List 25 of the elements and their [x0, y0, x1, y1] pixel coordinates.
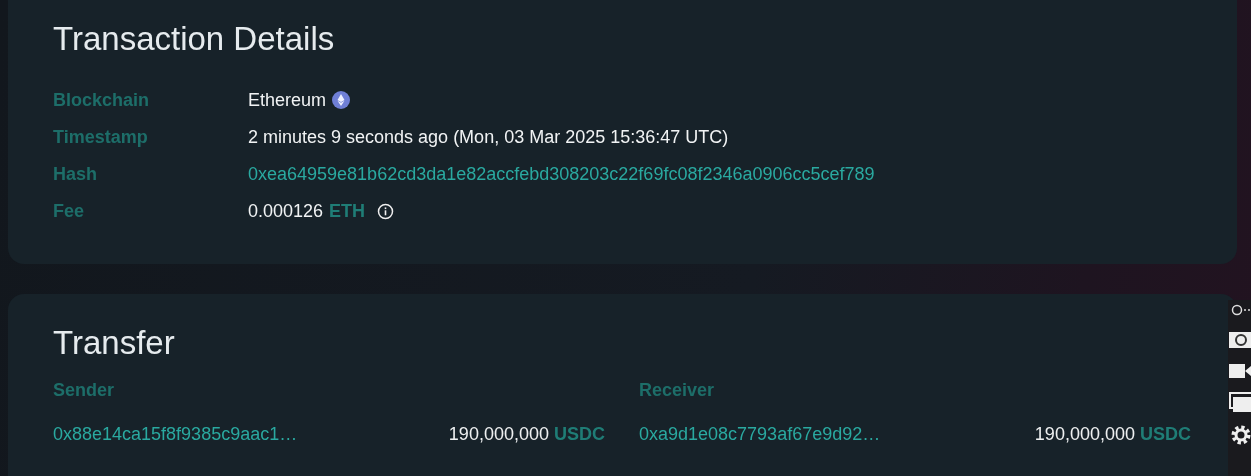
token-symbol: USDC	[554, 424, 605, 444]
fee-amount: 0.000126	[248, 200, 324, 222]
column-heading: Sender	[53, 379, 116, 401]
receiver-address-link[interactable]: 0xa9d1e08c7793af67e9d92…	[639, 423, 881, 445]
ethereum-icon	[332, 91, 351, 109]
field-label: Blockchain	[53, 89, 151, 111]
field-label: Timestamp	[53, 126, 149, 148]
window-icon[interactable]	[1229, 392, 1251, 412]
video-icon[interactable]	[1229, 362, 1251, 380]
field-label: Fee	[53, 200, 86, 222]
token-amount: 190,000,000	[448, 424, 549, 444]
sender-address-link[interactable]: 0x88e14ca15f8f9385c9aac1…	[53, 423, 298, 445]
currency-unit: ETH	[329, 200, 366, 222]
token-symbol: USDC	[1140, 424, 1191, 444]
column-heading: Receiver	[639, 379, 716, 401]
settings-icon[interactable]	[1229, 424, 1251, 446]
section-title: Transfer	[53, 326, 176, 359]
info-icon[interactable]	[377, 202, 395, 220]
chain-name: Ethereum	[248, 89, 327, 111]
link-icon[interactable]	[1231, 304, 1251, 316]
section-title: Transaction Details	[53, 22, 336, 55]
hash-link[interactable]: 0xea64959e81b62cd3da1e82accfebd308203c22f69fc08f2346a0906cc5cef789	[248, 163, 875, 185]
token-amount: 190,000,000	[1034, 424, 1135, 444]
field-value: 2 minutes 9 seconds ago (Mon, 03 Mar 2025 15:36:47 UTC)	[248, 126, 729, 148]
field-label: Hash	[53, 163, 98, 185]
